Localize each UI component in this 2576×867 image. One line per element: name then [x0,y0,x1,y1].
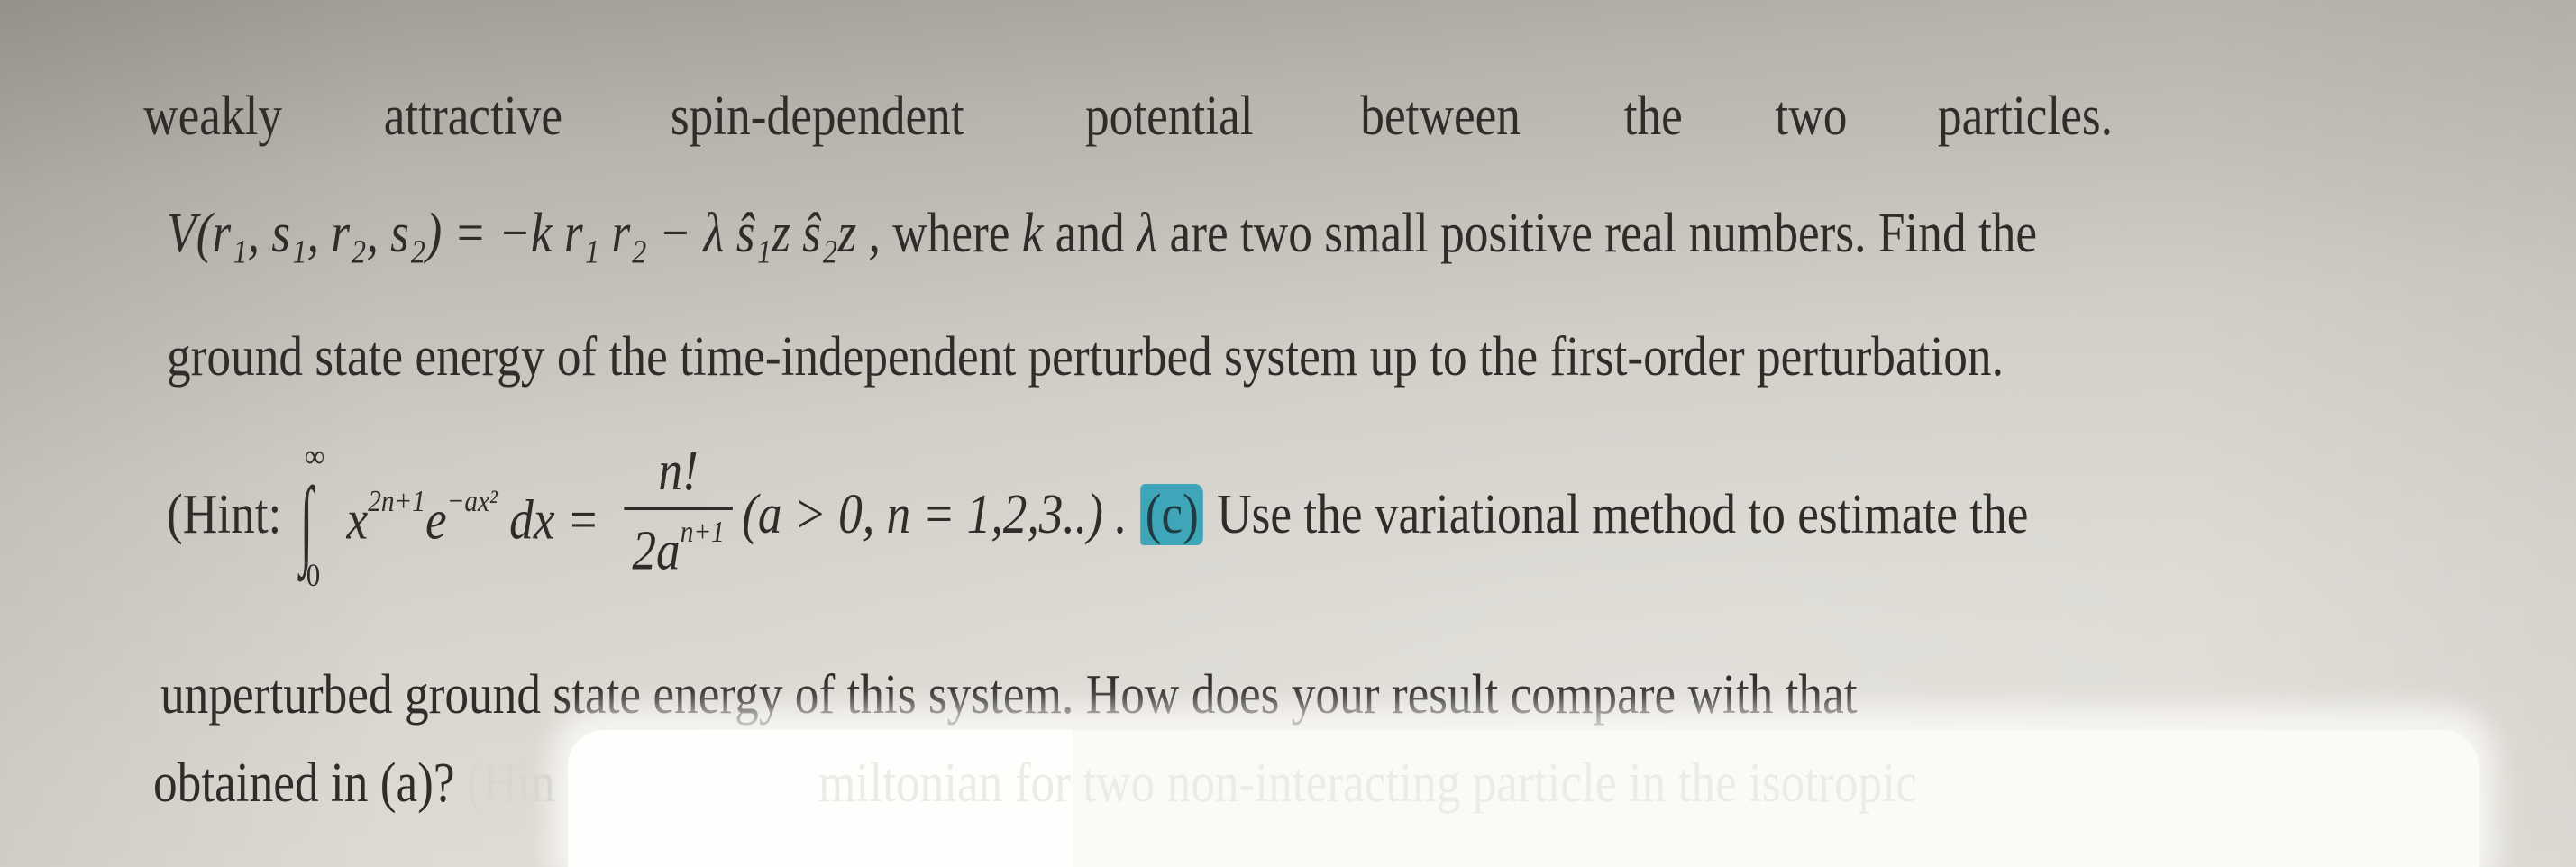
exp-base: e [425,489,447,552]
word: the [1623,86,1683,147]
where-text: where [892,203,1010,264]
line6-visible-text: obtained in (a)? [153,753,455,814]
hint-condition-and-part-c: (a > 0, n = 1,2,3..) . (c) Use the varia… [742,484,2029,545]
potential-arguments: (r₁, s₁, r₂, s₂) [196,203,443,264]
line6-faded-start: (Hin [466,753,555,814]
exp-exponent: −ax² [446,485,498,518]
fraction-numerator: n! [658,441,699,502]
text-line-5: unperturbed ground state energy of this … [160,664,1858,726]
word: between [1360,86,1521,147]
word: potential [1085,86,1254,147]
potential-symbol: V [167,203,196,264]
denominator-exponent: n+1 [680,516,725,549]
line2-rest: are two small positive real numbers. Fin… [1169,203,2038,264]
hint-integral-line: (Hint: ∞ ∫ 0 x2n+1e−ax² dx = n! 2an+1 (a… [167,433,2382,604]
integrand-exponent: 2n+1 [368,485,425,518]
k-symbol: k [1021,203,1044,264]
word: attractive [383,86,563,147]
potential-term-kr: = −k r₁ r₂ [453,203,647,264]
fraction-bar [624,507,733,510]
integral-lower-limit: 0 [306,557,321,593]
hint-condition: (a > 0, n = 1,2,3..) . [742,484,1128,545]
line6-faded-rest: miltonian for two non-interacting partic… [818,753,1917,814]
hint-label: (Hint: [167,484,282,545]
potential-term-spin: − λ ŝ₁z ŝ₂z , [659,203,881,264]
denominator-base: 2a [632,520,681,582]
text-line-6: obtained in (a)? (Hin miltonian for two n… [153,755,2369,811]
differential: dx = [509,489,599,552]
integrand-base: x [346,489,369,552]
word: two [1775,86,1848,147]
fraction-denominator: 2an+1 [624,516,732,582]
potential-equation-line: V(r₁, s₁, r₂, s₂) = −k r₁ r₂ − λ ŝ₁z ŝ₂z… [167,205,2382,261]
word: weakly [143,86,283,147]
part-c-highlighted-label: (c) [1140,484,1204,545]
and-text: and [1055,203,1125,264]
integrand: x2n+1e−ax² dx = [346,485,599,552]
word: spin-dependent [670,86,964,147]
fraction: n! 2an+1 [624,441,733,582]
part-c-text: Use the variational method to estimate t… [1217,484,2029,545]
lambda-symbol: λ [1137,203,1158,264]
word: particles. [1938,86,2113,147]
text-line-3: ground state energy of the time-independ… [167,326,2004,388]
